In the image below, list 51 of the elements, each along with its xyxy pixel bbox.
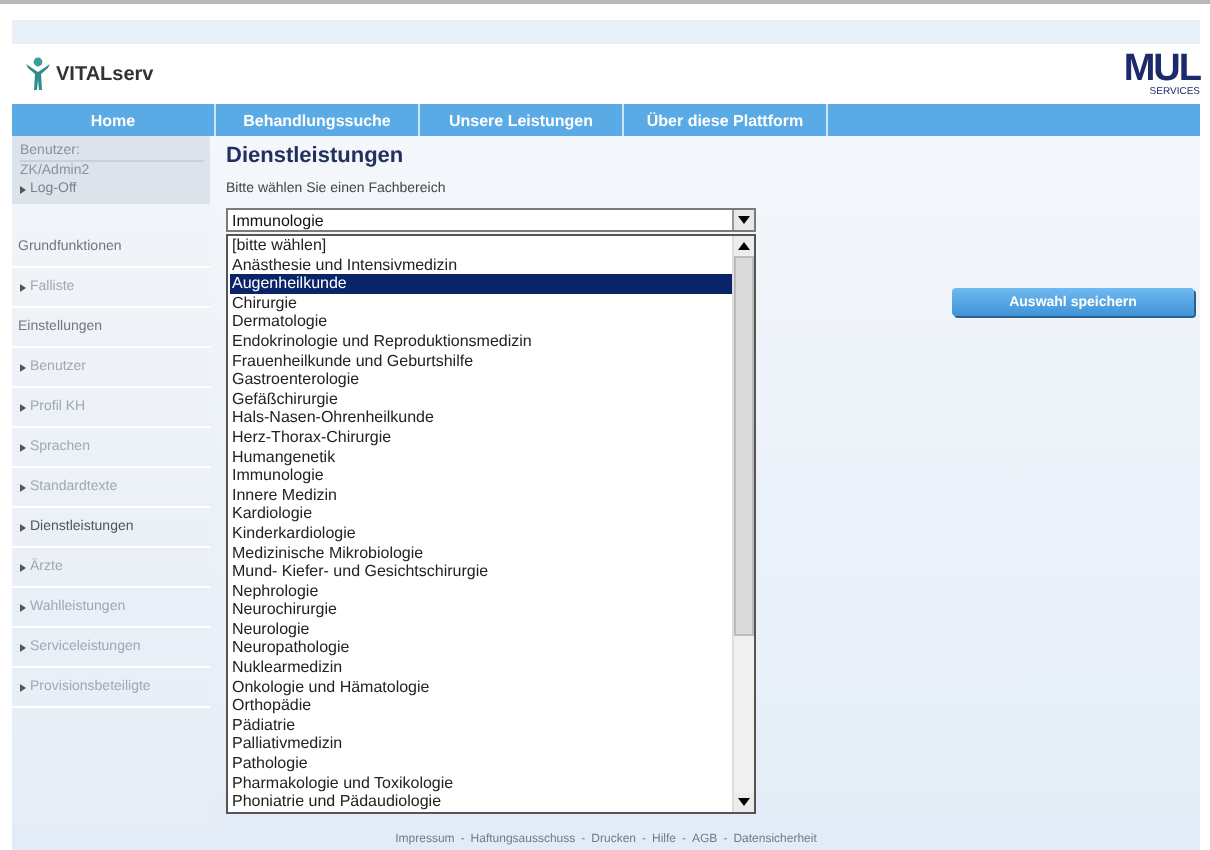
- dropdown-option[interactable]: Neurologie: [230, 619, 732, 639]
- scroll-up-icon[interactable]: [738, 241, 750, 249]
- dropdown-option[interactable]: Mund- Kiefer- und Gesichtschirurgie: [230, 562, 732, 582]
- dropdown-option[interactable]: Herz-Thorax-Chirurgie: [230, 427, 732, 448]
- dropdown-option[interactable]: Humangenetik: [230, 447, 732, 467]
- bullet-icon: [20, 683, 26, 691]
- dropdown-option[interactable]: Onkologie und Hämatologie: [230, 677, 732, 697]
- dropdown-option[interactable]: Immunologie: [230, 466, 732, 486]
- person-icon: [24, 56, 52, 92]
- dropdown-option[interactable]: Chirurgie: [230, 293, 732, 313]
- scroll-down-icon[interactable]: [738, 798, 750, 807]
- dropdown-option[interactable]: Medizinische Mikrobiologie: [230, 543, 732, 563]
- dropdown-option[interactable]: Palliativmedizin: [230, 734, 732, 755]
- dropdown-option[interactable]: Augenheilkunde: [230, 274, 732, 294]
- bullet-icon: [20, 363, 26, 371]
- dropdown-option[interactable]: Gastroenterologie: [230, 370, 732, 390]
- dropdown-option[interactable]: Frauenheilkunde und Geburtshilfe: [230, 351, 732, 371]
- dropdown-option[interactable]: Nephrologie: [230, 581, 732, 601]
- dropdown-arrow-icon[interactable]: [732, 210, 754, 230]
- dropdown-option[interactable]: Gefäßchirurgie: [230, 389, 732, 409]
- dropdown-option[interactable]: Innere Medizin: [230, 485, 732, 505]
- specialty-dropdown[interactable]: Immunologie: [226, 208, 756, 232]
- bullet-icon: [20, 443, 26, 451]
- dropdown-option[interactable]: Endokrinologie und Reproduktionsmedizin: [230, 331, 732, 352]
- bullet-icon: [20, 603, 26, 611]
- dropdown-option[interactable]: Kardiologie: [230, 504, 732, 524]
- logo-text: VITALserv: [56, 63, 154, 85]
- bullet-icon: [20, 483, 26, 491]
- bullet-icon: [20, 403, 26, 411]
- dropdown-option[interactable]: Anästhesie und Intensivmedizin: [230, 255, 732, 275]
- dropdown-option[interactable]: [bitte wählen]: [230, 236, 732, 256]
- bullet-icon: [20, 643, 26, 651]
- bullet-icon: [20, 563, 26, 571]
- scrollbar[interactable]: [732, 236, 754, 812]
- dropdown-option[interactable]: Neurochirurgie: [230, 600, 732, 620]
- dropdown-option[interactable]: Pharmakologie und Toxikologie: [230, 773, 732, 793]
- dropdown-option[interactable]: Kinderkardiologie: [230, 523, 732, 543]
- bullet-icon: [20, 523, 26, 531]
- partner-logo-text: MUL: [1123, 50, 1200, 88]
- page-title: Dienstleistungen: [226, 144, 406, 168]
- dropdown-option[interactable]: Orthopädie: [230, 696, 732, 716]
- dropdown-option[interactable]: Phoniatrie und Pädaudiologie: [230, 792, 732, 812]
- bullet-icon: [20, 185, 26, 193]
- bullet-icon: [20, 283, 26, 291]
- dropdown-option[interactable]: Pathologie: [230, 754, 732, 774]
- dropdown-option[interactable]: Neuropathologie: [230, 638, 732, 659]
- dropdown-option[interactable]: Pädiatrie: [230, 715, 732, 735]
- scroll-thumb[interactable]: [734, 256, 754, 636]
- dropdown-option[interactable]: Nuklearmedizin: [230, 658, 732, 678]
- dropdown-option[interactable]: Hals-Nasen-Ohrenheilkunde: [230, 408, 732, 428]
- dropdown-option[interactable]: Dermatologie: [230, 312, 732, 332]
